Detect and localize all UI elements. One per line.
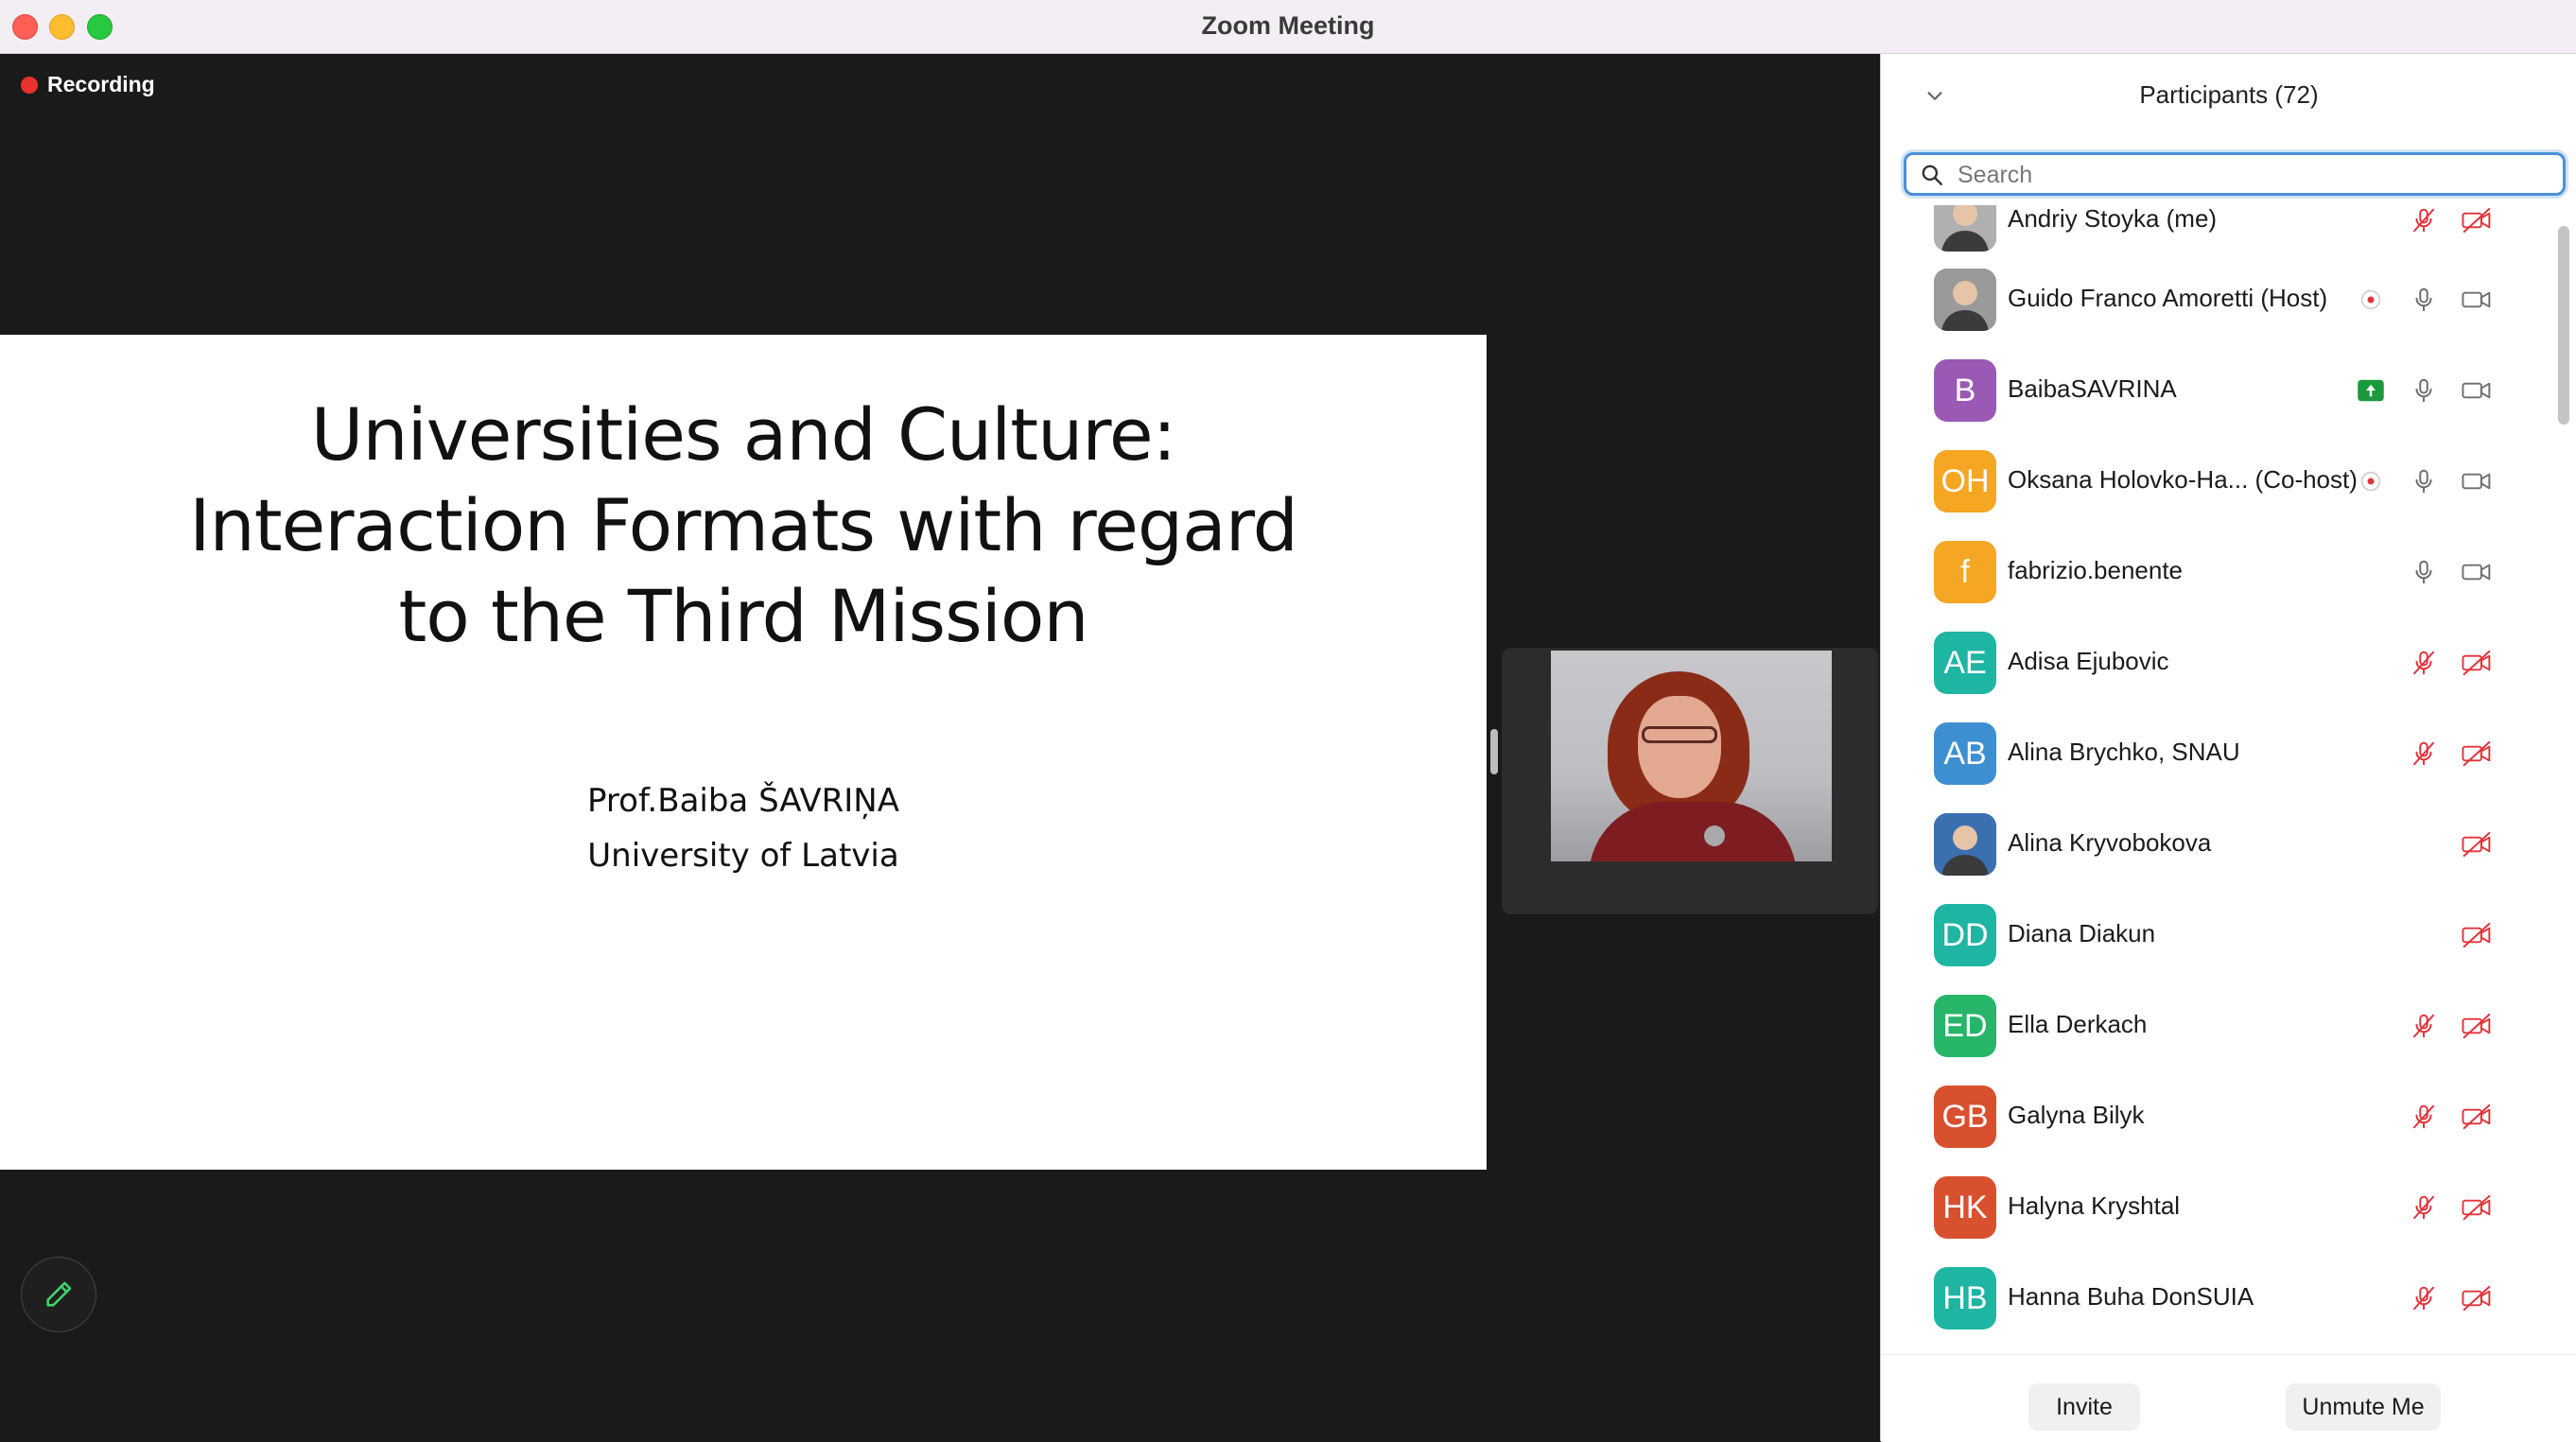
participant-row[interactable]: B BaibaSAVRINA [1881, 345, 2576, 436]
shared-slide: Universities and Culture: Interaction Fo… [0, 335, 1487, 1170]
participant-name: Adisa Ejubovic [2008, 647, 2169, 675]
participant-row[interactable]: HK Halyna Kryshtal [1881, 1162, 2576, 1253]
recording-label: Recording [47, 72, 155, 96]
avatar: AE [1934, 632, 1996, 694]
participant-name: Guido Franco Amoretti (Host) [2008, 284, 2328, 312]
video-off-icon[interactable] [2456, 1187, 2498, 1228]
invite-button[interactable]: Invite [2028, 1383, 2140, 1431]
microphone-muted-icon[interactable] [2403, 1005, 2445, 1047]
slide-affiliation: University of Latvia [587, 837, 899, 875]
video-off-icon[interactable] [2456, 914, 2498, 956]
participant-row[interactable]: Guido Franco Amoretti (Host) [1881, 254, 2576, 345]
microphone-icon[interactable] [2403, 460, 2445, 502]
video-off-icon[interactable] [2456, 1005, 2498, 1047]
speaker-video-thumbnail[interactable] [1502, 648, 1878, 914]
split-view-handle[interactable] [1490, 729, 1498, 774]
participant-row[interactable]: HB Hanna Buha DonSUIA [1881, 1253, 2576, 1344]
recording-status-icon[interactable] [2350, 460, 2392, 502]
participants-list: Andriy Stoyka (me) Guido Franco Amoretti … [1881, 205, 2576, 1354]
recording-dot-icon [21, 76, 38, 94]
microphone-muted-icon[interactable] [2403, 1187, 2445, 1228]
avatar: ED [1934, 995, 1996, 1057]
annotate-button[interactable] [21, 1257, 96, 1332]
microphone-muted-icon[interactable] [2403, 1277, 2445, 1319]
video-camera-icon[interactable] [2456, 279, 2498, 321]
participant-name: Andriy Stoyka (me) [2008, 205, 2218, 233]
participant-search-box[interactable] [1904, 152, 2566, 196]
video-off-icon[interactable] [2456, 824, 2498, 865]
slide-author: Prof.Baiba ŠAVRIŅA [587, 782, 899, 820]
avatar: OH [1934, 450, 1996, 513]
slide-title-line: to the Third Mission [398, 574, 1088, 658]
participant-name: Diana Diakun [2008, 919, 2156, 947]
participant-row[interactable]: DD Diana Diakun [1881, 890, 2576, 981]
microphone-muted-icon[interactable] [2403, 1096, 2445, 1138]
microphone-icon[interactable] [2403, 370, 2445, 411]
participant-name: fabrizio.benente [2008, 556, 2184, 584]
avatar: HB [1934, 1267, 1996, 1329]
video-off-icon[interactable] [2456, 1277, 2498, 1319]
screen-share-icon[interactable] [2350, 370, 2392, 411]
participant-name: Alina Brychko, SNAU [2008, 738, 2240, 766]
microphone-icon[interactable] [2403, 551, 2445, 593]
participant-name: Alina Kryvobokova [2008, 828, 2212, 857]
avatar: HK [1934, 1176, 1996, 1239]
video-off-icon[interactable] [2456, 733, 2498, 774]
participants-title: Participants (72) [2139, 80, 2319, 109]
microphone-muted-icon[interactable] [2403, 642, 2445, 684]
participant-row[interactable]: OH Oksana Holovko-Ha... (Co-host) [1881, 436, 2576, 527]
participant-row[interactable]: AB Alina Brychko, SNAU [1881, 708, 2576, 799]
window-titlebar: Zoom Meeting [0, 0, 2576, 54]
participant-row[interactable]: AE Adisa Ejubovic [1881, 617, 2576, 708]
video-camera-icon[interactable] [2456, 551, 2498, 593]
participant-name: Oksana Holovko-Ha... (Co-host) [2008, 465, 2358, 494]
avatar: B [1934, 359, 1996, 422]
participant-name: BaibaSAVRINA [2008, 374, 2177, 403]
slide-author-block: Prof.Baiba ŠAVRIŅA University of Latvia [0, 773, 1487, 883]
participant-name: Galyna Bilyk [2008, 1101, 2145, 1129]
meeting-view: Recording Universities and Culture: Inte… [0, 54, 1880, 1441]
avatar: AB [1934, 722, 1996, 785]
video-camera-icon[interactable] [2456, 460, 2498, 502]
participants-header: Participants (72) [1881, 54, 2576, 139]
participant-row[interactable]: f fabrizio.benente [1881, 527, 2576, 617]
video-off-icon[interactable] [2456, 1096, 2498, 1138]
participant-row[interactable]: GB Galyna Bilyk [1881, 1071, 2576, 1162]
window-title: Zoom Meeting [1201, 11, 1375, 40]
participant-row[interactable]: ED Ella Derkach [1881, 981, 2576, 1071]
search-icon [1922, 165, 1942, 185]
video-camera-icon[interactable] [2456, 370, 2498, 411]
slide-title-line: Universities and Culture: [310, 392, 1176, 477]
avatar-photo [1934, 813, 1996, 876]
slide-title: Universities and Culture: Interaction Fo… [0, 390, 1487, 662]
slide-title-line: Interaction Formats with regard [189, 483, 1298, 567]
participant-row[interactable]: Alina Kryvobokova [1881, 799, 2576, 890]
recording-status-icon[interactable] [2350, 279, 2392, 321]
microphone-muted-icon[interactable] [2403, 733, 2445, 774]
unmute-me-button[interactable]: Unmute Me [2286, 1383, 2441, 1431]
participants-scrollbar[interactable] [2558, 226, 2569, 425]
speaker-video [1551, 651, 1832, 861]
participants-footer: Invite Unmute Me [1881, 1354, 2576, 1442]
video-off-icon[interactable] [2456, 642, 2498, 684]
video-off-icon[interactable] [2456, 205, 2498, 241]
participant-search-input[interactable] [1956, 158, 2546, 192]
participant-name: Ella Derkach [2008, 1010, 2148, 1038]
participant-name: Hanna Buha DonSUIA [2008, 1282, 2254, 1311]
participant-name: Halyna Kryshtal [2008, 1191, 2181, 1220]
pencil-icon [46, 1281, 72, 1307]
microphone-icon[interactable] [2403, 279, 2445, 321]
avatar: GB [1934, 1086, 1996, 1148]
microphone-muted-icon[interactable] [2403, 205, 2445, 241]
participants-panel: Participants (72) Andriy Stoyka (me) Guid… [1880, 54, 2576, 1442]
recording-indicator[interactable]: Recording [21, 72, 155, 97]
avatar-photo [1934, 269, 1996, 331]
avatar-photo [1934, 205, 1996, 252]
avatar: f [1934, 541, 1996, 603]
avatar: DD [1934, 904, 1996, 966]
